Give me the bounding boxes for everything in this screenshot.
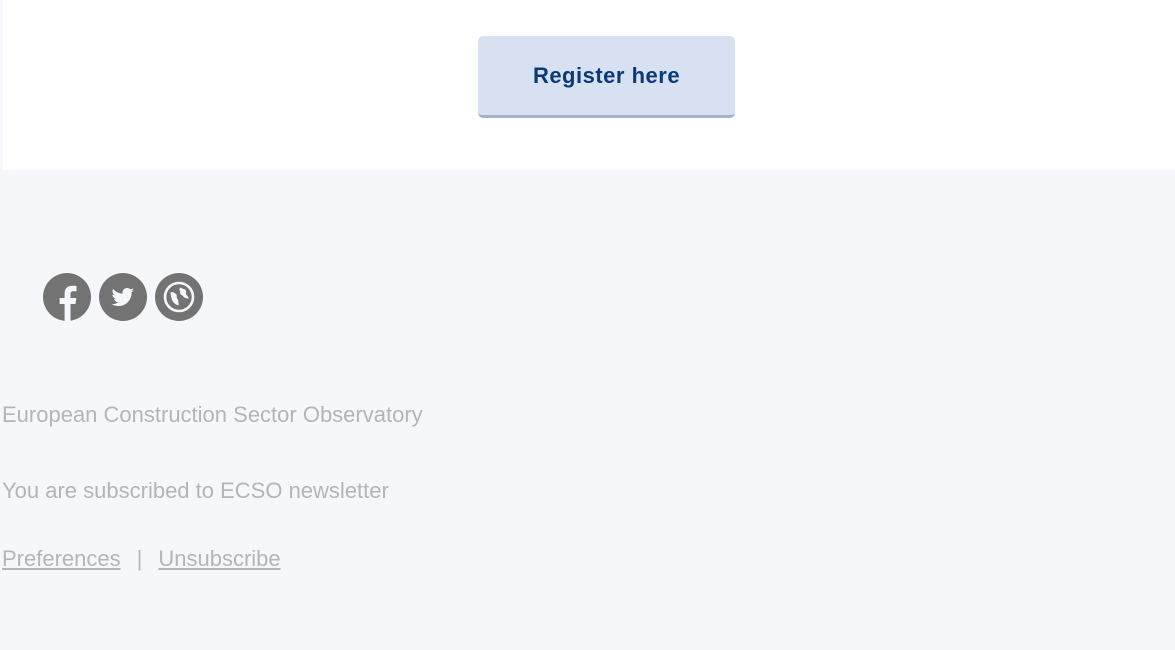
facebook-icon[interactable] — [43, 273, 91, 321]
twitter-icon[interactable] — [99, 273, 147, 321]
website-icon[interactable] — [155, 273, 203, 321]
organization-name: European Construction Sector Observatory — [2, 402, 423, 427]
link-separator: | — [136, 546, 143, 571]
register-button[interactable]: Register here — [478, 36, 735, 118]
content-panel: Register here — [3, 0, 1175, 170]
unsubscribe-link[interactable]: Unsubscribe — [158, 546, 280, 572]
subscription-notice: You are subscribed to ECSO newsletter — [2, 478, 389, 503]
social-links — [43, 273, 203, 321]
footer: European Construction Sector Observatory… — [0, 170, 1175, 650]
preferences-link[interactable]: Preferences — [2, 546, 121, 572]
footer-links: Preferences | Unsubscribe — [2, 546, 281, 572]
register-button-label: Register here — [532, 62, 681, 88]
